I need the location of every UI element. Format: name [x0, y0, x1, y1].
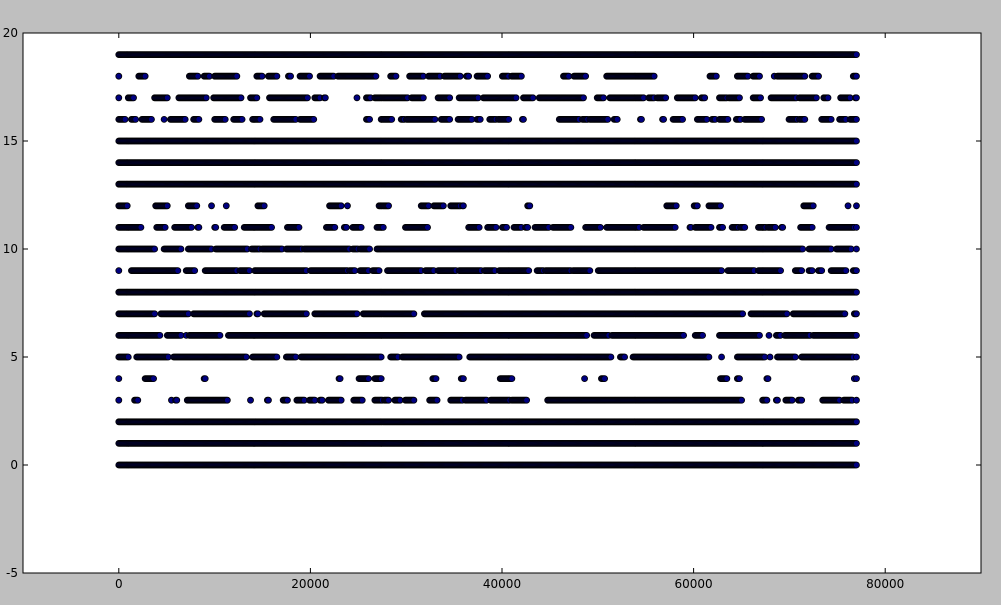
data-point	[173, 396, 181, 404]
plot-area	[23, 33, 981, 573]
data-point	[718, 353, 725, 361]
data-point	[723, 375, 731, 383]
data-point	[273, 353, 281, 361]
scatter-chart: 0 20000 40000 60000 80000-505101520	[3, 26, 982, 591]
data-point	[459, 375, 467, 383]
data-point	[115, 396, 123, 404]
data-point	[699, 331, 707, 339]
data-point	[680, 331, 688, 339]
data-point	[455, 353, 463, 361]
data-point	[223, 396, 231, 404]
data-point	[318, 396, 326, 404]
data-point	[150, 375, 157, 383]
data-point	[853, 439, 860, 447]
data-point	[432, 375, 440, 383]
data-point	[738, 396, 745, 404]
data-point	[284, 396, 291, 404]
data-point	[774, 396, 781, 404]
data-point	[337, 396, 345, 404]
data-point	[336, 375, 344, 383]
series-row	[115, 331, 860, 339]
data-point	[783, 310, 791, 318]
data-point	[523, 396, 531, 404]
data-point	[853, 310, 860, 318]
data-point	[705, 353, 713, 361]
data-point	[365, 375, 372, 383]
data-point	[124, 353, 132, 361]
series-row	[115, 439, 860, 447]
data-point	[756, 331, 763, 339]
data-point	[739, 310, 747, 318]
data-point	[433, 396, 441, 404]
data-point	[216, 331, 224, 339]
data-point	[115, 375, 123, 383]
data-point	[508, 375, 516, 383]
data-point	[151, 310, 159, 318]
data-point	[853, 331, 860, 339]
data-point	[377, 353, 385, 361]
series-row	[115, 461, 860, 469]
series-row	[115, 418, 860, 426]
data-point	[621, 353, 629, 361]
data-point	[410, 396, 418, 404]
data-point	[385, 396, 392, 404]
data-point	[265, 396, 272, 404]
data-point	[766, 353, 774, 361]
data-point	[581, 375, 588, 383]
data-point	[763, 396, 771, 404]
data-point	[841, 310, 849, 318]
data-point	[156, 331, 164, 339]
data-point	[410, 310, 418, 318]
series-row	[115, 353, 860, 361]
data-point	[254, 310, 262, 318]
data-point	[798, 396, 806, 404]
data-point	[788, 396, 796, 404]
data-point	[853, 396, 860, 404]
data-point	[853, 353, 860, 361]
data-point	[134, 396, 142, 404]
data-point	[353, 310, 361, 318]
data-point	[853, 375, 860, 383]
data-point	[583, 331, 591, 339]
data-point	[358, 396, 366, 404]
data-point	[246, 310, 253, 318]
data-point	[853, 418, 860, 426]
data-point	[765, 331, 773, 339]
data-point	[302, 310, 310, 318]
data-point	[764, 375, 772, 383]
data-point	[607, 353, 615, 361]
data-point	[736, 375, 743, 383]
data-point	[853, 461, 860, 469]
data-point	[791, 353, 799, 361]
data-point	[242, 353, 250, 361]
data-point	[601, 375, 609, 383]
data-point	[377, 375, 385, 383]
series-row	[115, 288, 860, 296]
data-point	[201, 375, 209, 383]
data-point	[247, 396, 254, 404]
